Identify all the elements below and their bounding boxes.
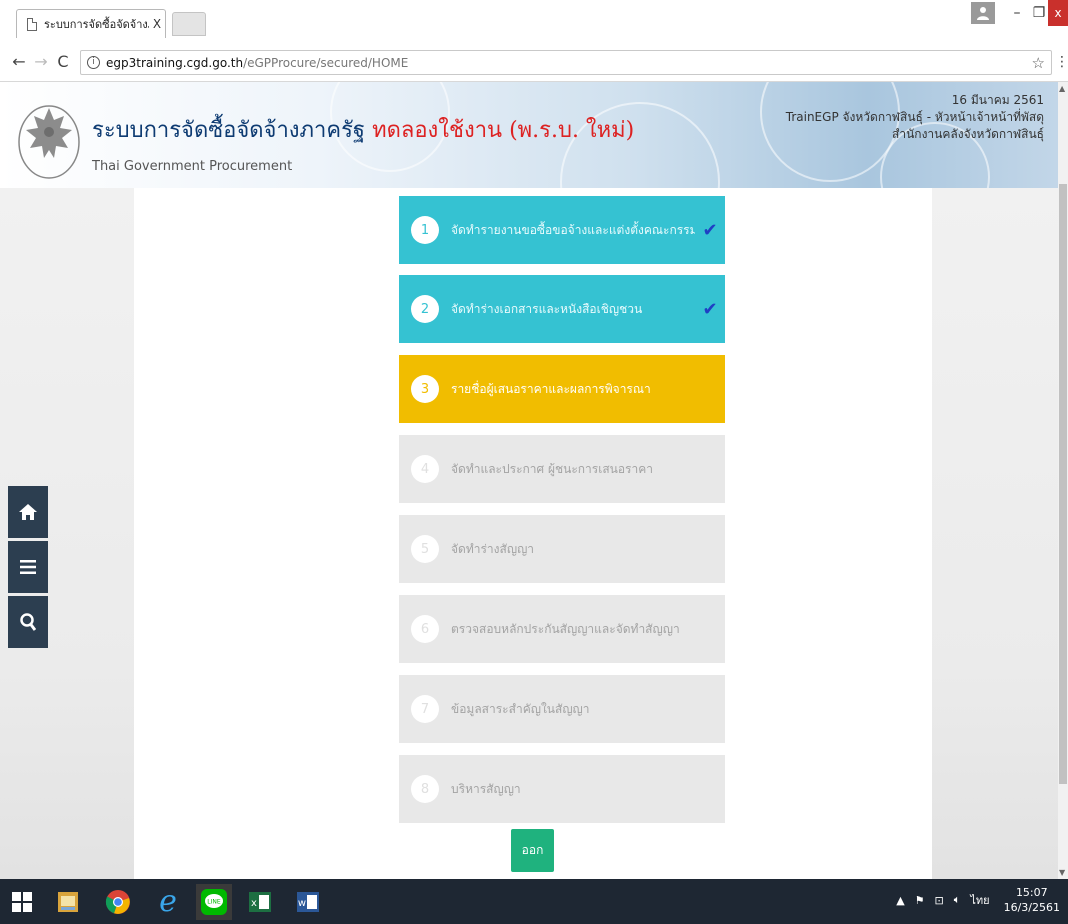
info-icon[interactable]: i [87,56,100,69]
excel-icon[interactable]: x [242,884,278,920]
language-indicator[interactable]: ไทย [970,891,989,909]
garuda-emblem-icon [18,105,80,179]
step-number: 8 [411,775,439,803]
step-number: 6 [411,615,439,643]
svg-text:w: w [298,898,306,909]
side-toolbar [8,486,48,651]
browser-tab[interactable]: ระบบการจัดซื้อจัดจ้างภาครัฐ X [16,9,166,38]
clock-time: 15:07 [1015,886,1048,899]
bookmark-star-icon[interactable]: ☆ [1032,54,1045,72]
step-number: 7 [411,695,439,723]
step-6[interactable]: 6 ตรวจสอบหลักประกันสัญญาและจัดทำสัญญา [399,595,725,663]
scroll-down-icon[interactable]: ▼ [1059,868,1065,877]
forward-arrow-icon[interactable]: → [32,52,50,72]
page-scrollbar[interactable]: ▲ ▼ [1058,82,1068,879]
check-icon: ✔ [702,298,718,320]
step-7[interactable]: 7 ข้อมูลสาระสำคัญในสัญญา [399,675,725,743]
step-8[interactable]: 8 บริหารสัญญา [399,755,725,823]
site-title-trial: ทดลองใช้งาน (พ.ร.บ. ใหม่) [372,118,635,143]
tab-title: ระบบการจัดซื้อจัดจ้างภาครัฐ [44,18,149,31]
step-label: จัดทำรายงานขอซื้อขอจ้างและแต่งตั้งคณะกรร… [451,222,695,237]
network-icon[interactable]: ⊡ [935,894,944,907]
home-button[interactable] [8,486,48,538]
step-number: 4 [411,455,439,483]
menu-button[interactable] [8,541,48,593]
restore-icon[interactable]: ❐ [1028,0,1050,26]
volume-icon[interactable]: 🔈︎ [954,893,961,907]
user-name: TrainEGP จังหวัดกาฬสินธุ์ - หัวหน้าเจ้าห… [785,110,1044,124]
tab-close-button[interactable]: X [149,17,165,31]
line-icon[interactable]: LINE [196,884,232,920]
current-date: 16 มีนาคม 2561 [951,93,1044,107]
step-label: จัดทำและประกาศ ผู้ชนะการเสนอราคา [451,461,654,476]
windows-taskbar: e LINE x w ▲ ⚑ ⊡ 🔈︎ ไทย 15:07 16/3/2561 [0,879,1068,924]
minimize-icon[interactable]: – [1006,0,1028,26]
step-1[interactable]: 1 จัดทำรายงานขอซื้อขอจ้างและแต่งตั้งคณะก… [399,196,725,264]
step-4[interactable]: 4 จัดทำและประกาศ ผู้ชนะการเสนอราคา [399,435,725,503]
svg-text:x: x [251,898,257,909]
site-header: ระบบการจัดซื้อจัดจ้างภาครัฐ ทดลองใช้งาน … [0,82,1058,188]
search-button[interactable] [8,596,48,648]
exit-button[interactable]: ออก [511,829,554,872]
page-icon [27,17,37,31]
url-host: egp3training.cgd.go.th [106,55,244,70]
close-icon[interactable]: x [1048,0,1068,26]
step-number: 2 [411,295,439,323]
clock-date: 16/3/2561 [1003,901,1060,914]
taskbar-clock[interactable]: 15:07 16/3/2561 [1004,885,1060,915]
browser-toolbar: ← → C i egp3training.cgd.go.th /eGPProcu… [0,44,1068,82]
system-tray: ▲ ⚑ ⊡ 🔈︎ ไทย 15:07 16/3/2561 [886,885,1060,915]
user-profile-icon[interactable] [971,2,995,24]
scrollbar-thumb[interactable] [1059,184,1067,784]
site-title-main: ระบบการจัดซื้อจัดจ้างภาครัฐ [92,118,373,143]
step-number: 3 [411,375,439,403]
menu-icon [20,560,36,574]
file-explorer-icon[interactable] [50,884,86,920]
step-label: ตรวจสอบหลักประกันสัญญาและจัดทำสัญญา [451,621,680,636]
svg-text:LINE: LINE [207,899,221,906]
search-icon [20,613,36,631]
step-5[interactable]: 5 จัดทำร่างสัญญา [399,515,725,583]
browser-titlebar: ระบบการจัดซื้อจัดจ้างภาครัฐ X – ❐ x [0,0,1068,44]
step-2[interactable]: 2 จัดทำร่างเอกสารและหนังสือเชิญชวน ✔ [399,275,725,343]
step-label: รายชื่อผู้เสนอราคาและผลการพิจารณา [451,381,651,396]
back-arrow-icon[interactable]: ← [10,52,28,72]
step-label: จัดทำร่างเอกสารและหนังสือเชิญชวน [451,301,643,316]
new-tab-button[interactable] [172,12,206,36]
site-subtitle: Thai Government Procurement [92,159,293,174]
step-3[interactable]: 3 รายชื่อผู้เสนอราคาและผลการพิจารณา [399,355,725,423]
step-label: บริหารสัญญา [451,781,521,796]
page-background-right [932,188,1058,879]
tray-expand-icon[interactable]: ▲ [896,894,904,907]
scroll-up-icon[interactable]: ▲ [1059,84,1065,93]
step-label: ข้อมูลสาระสำคัญในสัญญา [451,701,590,716]
step-number: 5 [411,535,439,563]
step-number: 1 [411,216,439,244]
chrome-icon[interactable] [100,884,136,920]
browser-menu-icon[interactable]: ⋮ [1055,54,1068,70]
site-title: ระบบการจัดซื้อจัดจ้างภาครัฐ ทดลองใช้งาน … [92,112,634,147]
home-icon [19,504,37,520]
flag-icon[interactable]: ⚑ [915,894,925,907]
word-icon[interactable]: w [290,884,326,920]
check-icon: ✔ [702,219,718,241]
url-path: /eGPProcure/secured/HOME [243,55,409,70]
step-label: จัดทำร่างสัญญา [451,541,535,556]
reload-icon[interactable]: C [54,52,72,72]
user-info: 16 มีนาคม 2561 TrainEGP จังหวัดกาฬสินธุ์… [786,92,1044,143]
windows-start-icon[interactable] [4,884,40,920]
user-organization: สำนักงานคลังจังหวัดกาฬสินธุ์ [892,127,1044,141]
internet-explorer-icon[interactable]: e [150,884,186,920]
address-bar[interactable]: i egp3training.cgd.go.th /eGPProcure/sec… [80,50,1052,75]
